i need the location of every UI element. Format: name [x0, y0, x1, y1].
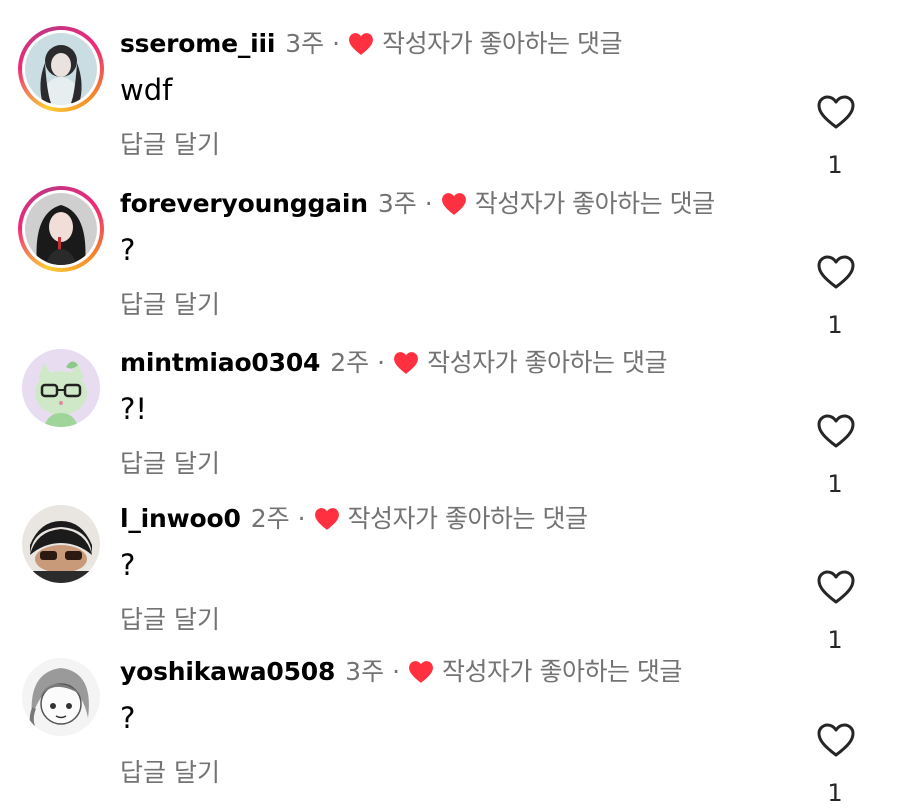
- reply-button[interactable]: 답글 달기: [120, 290, 220, 320]
- comment-text: ?: [120, 701, 136, 735]
- comment-text: ?: [120, 233, 136, 267]
- comment-item: yoshikawa0508 3주 · 작성자가 좋아하는 댓글 ? 답글 달기 …: [0, 654, 900, 807]
- username[interactable]: l_inwoo0: [120, 503, 241, 535]
- heart-filled-icon: [349, 33, 374, 55]
- comment-meta: sserome_iii 3주 · 작성자가 좋아하는 댓글: [120, 28, 622, 60]
- reply-button[interactable]: 답글 달기: [120, 449, 220, 479]
- comment-time: 3주: [345, 657, 385, 686]
- heart-outline-icon[interactable]: [816, 722, 856, 758]
- comment-time: 3주: [285, 29, 325, 58]
- avatar[interactable]: [25, 193, 97, 265]
- avatar[interactable]: [22, 658, 100, 736]
- liked-by-author-label: 작성자가 좋아하는 댓글: [347, 504, 588, 533]
- reply-button[interactable]: 답글 달기: [120, 758, 220, 788]
- comment-time: 3주: [377, 189, 417, 218]
- heart-outline-icon[interactable]: [816, 569, 856, 605]
- like-count: 1: [827, 470, 843, 498]
- heart-outline-icon[interactable]: [816, 254, 856, 290]
- reply-button[interactable]: 답글 달기: [120, 605, 220, 635]
- heart-filled-icon: [441, 193, 466, 215]
- liked-by-author-label: 작성자가 좋아하는 댓글: [474, 189, 715, 218]
- liked-by-author-label: 작성자가 좋아하는 댓글: [382, 29, 622, 58]
- comment-item: mintmiao0304 2주 · 작성자가 좋아하는 댓글 ?! 답글 달기 …: [0, 345, 900, 498]
- username[interactable]: foreveryounggain: [120, 188, 368, 220]
- avatar[interactable]: [22, 349, 100, 427]
- heart-filled-icon: [314, 508, 339, 530]
- comment-text: wdf: [120, 73, 173, 107]
- avatar-story-ring[interactable]: [18, 186, 104, 272]
- comment-meta: l_inwoo0 2주 · 작성자가 좋아하는 댓글: [120, 503, 588, 535]
- avatar[interactable]: [22, 505, 100, 583]
- liked-by-author-label: 작성자가 좋아하는 댓글: [442, 657, 682, 686]
- like-count: 1: [827, 626, 843, 654]
- separator-dot: ·: [377, 348, 386, 377]
- comment-time: 2주: [330, 348, 370, 377]
- avatar-frame[interactable]: [18, 654, 104, 740]
- reply-button[interactable]: 답글 달기: [120, 130, 220, 160]
- heart-outline-icon[interactable]: [816, 94, 856, 130]
- like-count: 1: [827, 311, 843, 339]
- liked-by-author-label: 작성자가 좋아하는 댓글: [427, 348, 667, 377]
- heart-outline-icon[interactable]: [816, 413, 856, 449]
- comment-meta: yoshikawa0508 3주 · 작성자가 좋아하는 댓글: [120, 656, 682, 688]
- comment-meta: foreveryounggain 3주 · 작성자가 좋아하는 댓글: [120, 188, 715, 220]
- comment-item: sserome_iii 3주 · 작성자가 좋아하는 댓글 wdf 답글 달기 …: [0, 26, 900, 179]
- avatar-frame[interactable]: [18, 501, 104, 587]
- comment-text: ?!: [120, 392, 148, 426]
- avatar[interactable]: [25, 33, 97, 105]
- like-count: 1: [827, 779, 843, 807]
- comment-time: 2주: [250, 504, 290, 533]
- comment-list: sserome_iii 3주 · 작성자가 좋아하는 댓글 wdf 답글 달기 …: [0, 0, 900, 807]
- username[interactable]: mintmiao0304: [120, 347, 320, 379]
- comment-meta: mintmiao0304 2주 · 작성자가 좋아하는 댓글: [120, 347, 667, 379]
- username[interactable]: yoshikawa0508: [120, 656, 335, 688]
- heart-filled-icon: [394, 352, 418, 374]
- comment-text: ?: [120, 548, 136, 582]
- heart-filled-icon: [409, 661, 433, 683]
- avatar-frame[interactable]: [18, 345, 104, 431]
- like-count: 1: [827, 151, 843, 179]
- separator-dot: ·: [332, 29, 341, 58]
- separator-dot: ·: [392, 657, 401, 686]
- username[interactable]: sserome_iii: [120, 28, 275, 60]
- separator-dot: ·: [424, 189, 433, 218]
- separator-dot: ·: [297, 504, 306, 533]
- comment-item: foreveryounggain 3주 · 작성자가 좋아하는 댓글 ? 답글 …: [0, 186, 900, 339]
- comment-item: l_inwoo0 2주 · 작성자가 좋아하는 댓글 ? 답글 달기 1: [0, 501, 900, 654]
- avatar-story-ring[interactable]: [18, 26, 104, 112]
